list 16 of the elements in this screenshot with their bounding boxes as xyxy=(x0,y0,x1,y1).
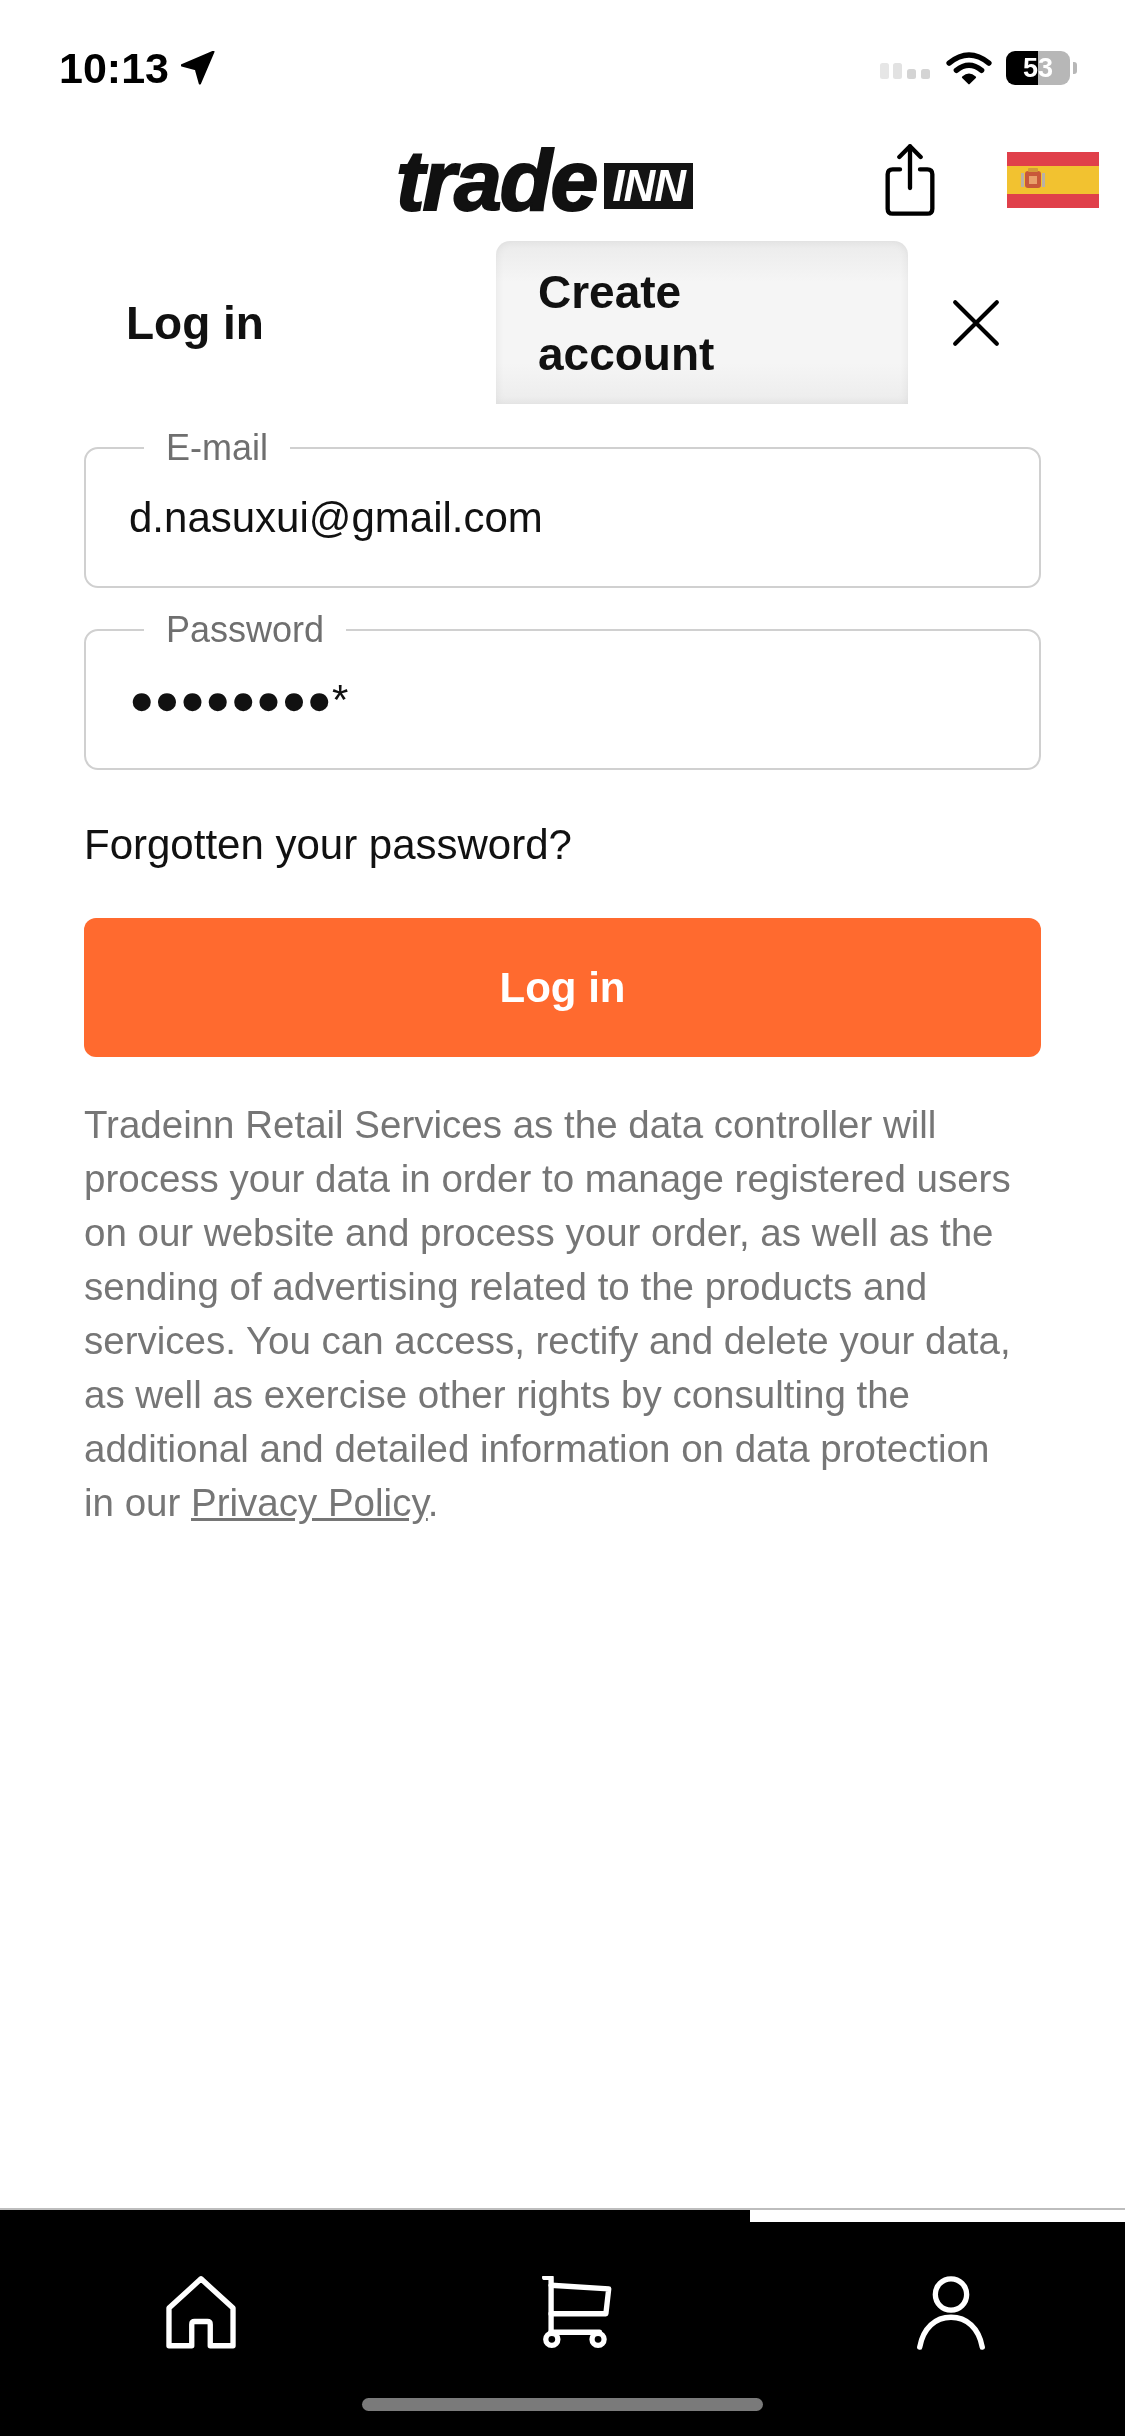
tab[interactable]: Create account xyxy=(496,241,908,404)
logo-wordmark: trade xyxy=(395,137,597,223)
logo-badge: INN xyxy=(604,163,693,209)
status-time: 10:13 xyxy=(59,46,169,90)
close-icon[interactable] xyxy=(951,297,1001,348)
home-icon xyxy=(163,2276,238,2350)
field-label: E-mail xyxy=(165,428,269,468)
privacy-policy-link[interactable]: Privacy Policy xyxy=(191,1481,428,1524)
tab[interactable]: Log in xyxy=(84,241,496,404)
battery-indicator: 53 xyxy=(1006,51,1077,85)
location-arrow-icon xyxy=(181,51,215,85)
field-label: Password xyxy=(165,610,326,650)
forgot-password-link[interactable]: Forgotten your password? xyxy=(84,820,572,870)
wifi-icon xyxy=(946,51,992,85)
privacy-notice: Tradeinn Retail Services as the data controller will process your data in order to manage registered users on our website and process your order, as well as the sending of advertising related to the products and services. You can access, rectify and delete your data, as well as exercise other rights by consulting the additional and detailed information on data protection in our Privacy Policy. xyxy=(84,1102,1012,1526)
flag-icon[interactable] xyxy=(1007,152,1099,208)
